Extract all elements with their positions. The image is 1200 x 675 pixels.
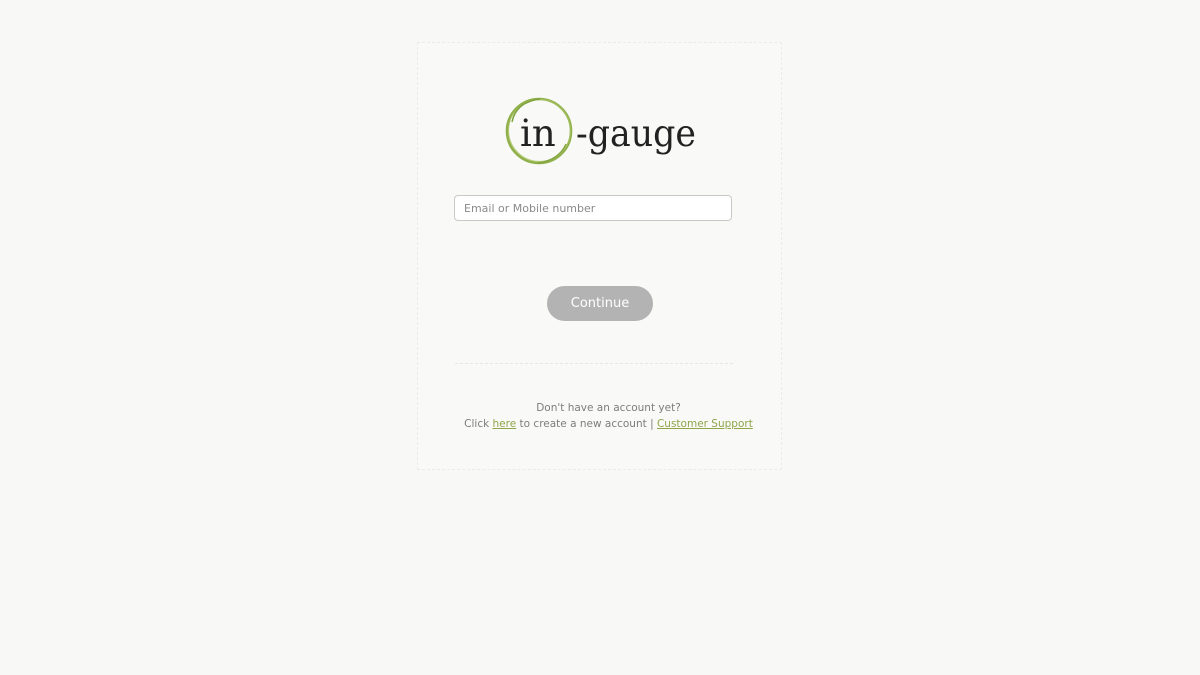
continue-button[interactable]: Continue	[547, 286, 653, 321]
logo-text-in: in	[520, 112, 556, 155]
click-text: Click	[464, 418, 490, 430]
customer-support-link[interactable]: Customer Support	[657, 418, 753, 430]
signup-footer: Don't have an account yet? Click here to…	[417, 400, 800, 432]
create-account-text: to create a new account |	[519, 418, 654, 430]
divider	[455, 363, 733, 364]
login-page: in -gauge Continue Don't have an account…	[0, 0, 1200, 675]
create-account-link[interactable]: here	[493, 418, 517, 430]
logo-text-gauge: -gauge	[576, 112, 696, 155]
signup-line: Click here to create a new account | Cus…	[417, 416, 800, 432]
no-account-text: Don't have an account yet?	[536, 402, 681, 414]
in-gauge-logo: in -gauge	[504, 94, 704, 170]
email-or-mobile-input[interactable]	[454, 195, 732, 221]
